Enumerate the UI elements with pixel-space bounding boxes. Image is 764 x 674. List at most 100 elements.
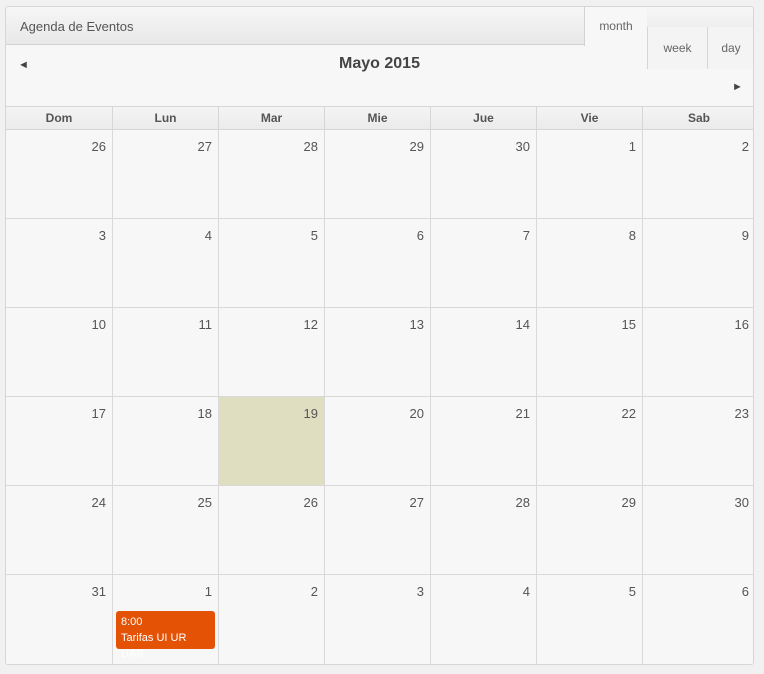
day-cell-today[interactable]: 19 bbox=[219, 397, 325, 485]
day-cell[interactable]: 3 bbox=[325, 575, 431, 664]
month-view-button[interactable]: month bbox=[584, 7, 647, 46]
day-cell[interactable]: 31 bbox=[6, 575, 113, 664]
day-cell[interactable]: 22 bbox=[537, 397, 643, 485]
day-number: 17 bbox=[91, 406, 106, 421]
day-number: 8 bbox=[628, 228, 636, 243]
day-cell[interactable]: 1 bbox=[537, 130, 643, 218]
weeks-container: 26 27 28 29 30 1 2 3 4 5 6 7 8 9 10 11 12 13 14 15 16 17 18 19 2… bbox=[6, 130, 753, 664]
day-cell[interactable]: 30 bbox=[643, 486, 753, 574]
day-number: 1 bbox=[628, 139, 636, 154]
day-number: 25 bbox=[197, 495, 212, 510]
day-number: 18 bbox=[197, 406, 212, 421]
day-number: 12 bbox=[303, 317, 318, 332]
day-cell[interactable]: 27 bbox=[113, 130, 219, 218]
weekday-header: Jue bbox=[431, 107, 537, 129]
weekday-header: Mar bbox=[219, 107, 325, 129]
day-number: 3 bbox=[416, 584, 424, 599]
week-row: 10 11 12 13 14 15 16 bbox=[6, 308, 753, 397]
day-number: 29 bbox=[621, 495, 636, 510]
day-number: 26 bbox=[303, 495, 318, 510]
day-number: 4 bbox=[204, 228, 212, 243]
day-cell[interactable]: 16 bbox=[643, 308, 753, 396]
weekday-header-row: Dom Lun Mar Mie Jue Vie Sab bbox=[6, 106, 753, 130]
weekday-header: Sab bbox=[687, 111, 710, 125]
weekday-header: Mie bbox=[325, 107, 431, 129]
day-cell[interactable]: 6 bbox=[643, 575, 753, 664]
day-number: 5 bbox=[310, 228, 318, 243]
day-cell[interactable]: 13 bbox=[325, 308, 431, 396]
day-cell[interactable]: 1 8:00 Tarifas UI UR UAR bbox=[113, 575, 219, 664]
day-number: 4 bbox=[522, 584, 530, 599]
day-number: 28 bbox=[515, 495, 530, 510]
day-cell[interactable]: 28 bbox=[219, 130, 325, 218]
day-cell[interactable]: 18 bbox=[113, 397, 219, 485]
day-cell[interactable]: 14 bbox=[431, 308, 537, 396]
weekday-header: Vie bbox=[537, 107, 643, 129]
day-number: 3 bbox=[98, 228, 106, 243]
day-cell[interactable]: 4 bbox=[431, 575, 537, 664]
day-cell[interactable]: 7 bbox=[431, 219, 537, 307]
day-number: 24 bbox=[91, 495, 106, 510]
day-cell[interactable]: 12 bbox=[219, 308, 325, 396]
day-cell[interactable]: 24 bbox=[6, 486, 113, 574]
day-cell[interactable]: 26 bbox=[6, 130, 113, 218]
day-cell[interactable]: 17 bbox=[6, 397, 113, 485]
day-number: 27 bbox=[197, 139, 212, 154]
day-number: 2 bbox=[310, 584, 318, 599]
day-number: 29 bbox=[409, 139, 424, 154]
day-number: 10 bbox=[91, 317, 106, 332]
day-cell[interactable]: 20 bbox=[325, 397, 431, 485]
day-cell[interactable]: 27 bbox=[325, 486, 431, 574]
day-number: 15 bbox=[621, 317, 636, 332]
day-cell[interactable]: 25 bbox=[113, 486, 219, 574]
day-number: 31 bbox=[91, 584, 106, 599]
month-title: Mayo 2015 bbox=[339, 55, 420, 72]
week-row: 3 4 5 6 7 8 9 bbox=[6, 219, 753, 308]
day-cell[interactable]: 6 bbox=[325, 219, 431, 307]
day-cell[interactable]: 15 bbox=[537, 308, 643, 396]
day-cell[interactable]: 5 bbox=[219, 219, 325, 307]
event-time: 8:00 bbox=[121, 616, 143, 628]
month-grid: Dom Lun Mar Mie Jue Vie Sab 26 27 28 29 30 1 2 3 4 5 6 7 8… bbox=[6, 106, 753, 664]
day-cell[interactable]: 29 bbox=[325, 130, 431, 218]
calendar-title: Agenda de Eventos bbox=[20, 19, 134, 34]
day-number: 30 bbox=[515, 139, 530, 154]
day-cell[interactable]: 29 bbox=[537, 486, 643, 574]
day-cell[interactable]: 2 bbox=[643, 130, 753, 218]
week-row: 24 25 26 27 28 29 30 bbox=[6, 486, 753, 575]
day-cell[interactable]: 30 bbox=[431, 130, 537, 218]
day-number: 7 bbox=[522, 228, 530, 243]
day-cell[interactable]: 23 bbox=[643, 397, 753, 485]
day-cell[interactable]: 5 bbox=[537, 575, 643, 664]
day-number: 30 bbox=[734, 495, 749, 510]
event-title: Tarifas UI UR UAR bbox=[121, 632, 187, 660]
day-number: 13 bbox=[409, 317, 424, 332]
day-number: 19 bbox=[303, 406, 318, 421]
day-cell[interactable]: 2 bbox=[219, 575, 325, 664]
day-number: 9 bbox=[741, 228, 749, 243]
weekday-header: Lun bbox=[113, 107, 219, 129]
next-month-icon[interactable]: ► bbox=[732, 81, 743, 93]
day-number: 21 bbox=[515, 406, 530, 421]
day-cell[interactable]: 9 bbox=[643, 219, 753, 307]
weekday-header: Dom bbox=[6, 107, 113, 129]
day-number: 22 bbox=[621, 406, 636, 421]
day-cell[interactable]: 4 bbox=[113, 219, 219, 307]
day-cell[interactable]: 21 bbox=[431, 397, 537, 485]
calendar-event[interactable]: 8:00 Tarifas UI UR UAR bbox=[116, 611, 215, 660]
day-number: 2 bbox=[741, 139, 749, 154]
calendar-panel: Agenda de Eventos month week day ◄ Mayo … bbox=[5, 6, 754, 665]
day-number: 11 bbox=[198, 317, 213, 332]
day-cell[interactable]: 10 bbox=[6, 308, 113, 396]
day-number: 20 bbox=[409, 406, 424, 421]
day-number: 28 bbox=[303, 139, 318, 154]
day-number: 6 bbox=[416, 228, 424, 243]
day-number: 1 bbox=[204, 584, 212, 599]
day-cell[interactable]: 28 bbox=[431, 486, 537, 574]
day-cell[interactable]: 3 bbox=[6, 219, 113, 307]
day-number: 6 bbox=[741, 584, 749, 599]
day-cell[interactable]: 8 bbox=[537, 219, 643, 307]
day-cell[interactable]: 11 bbox=[113, 308, 219, 396]
day-cell[interactable]: 26 bbox=[219, 486, 325, 574]
day-number: 26 bbox=[91, 139, 106, 154]
